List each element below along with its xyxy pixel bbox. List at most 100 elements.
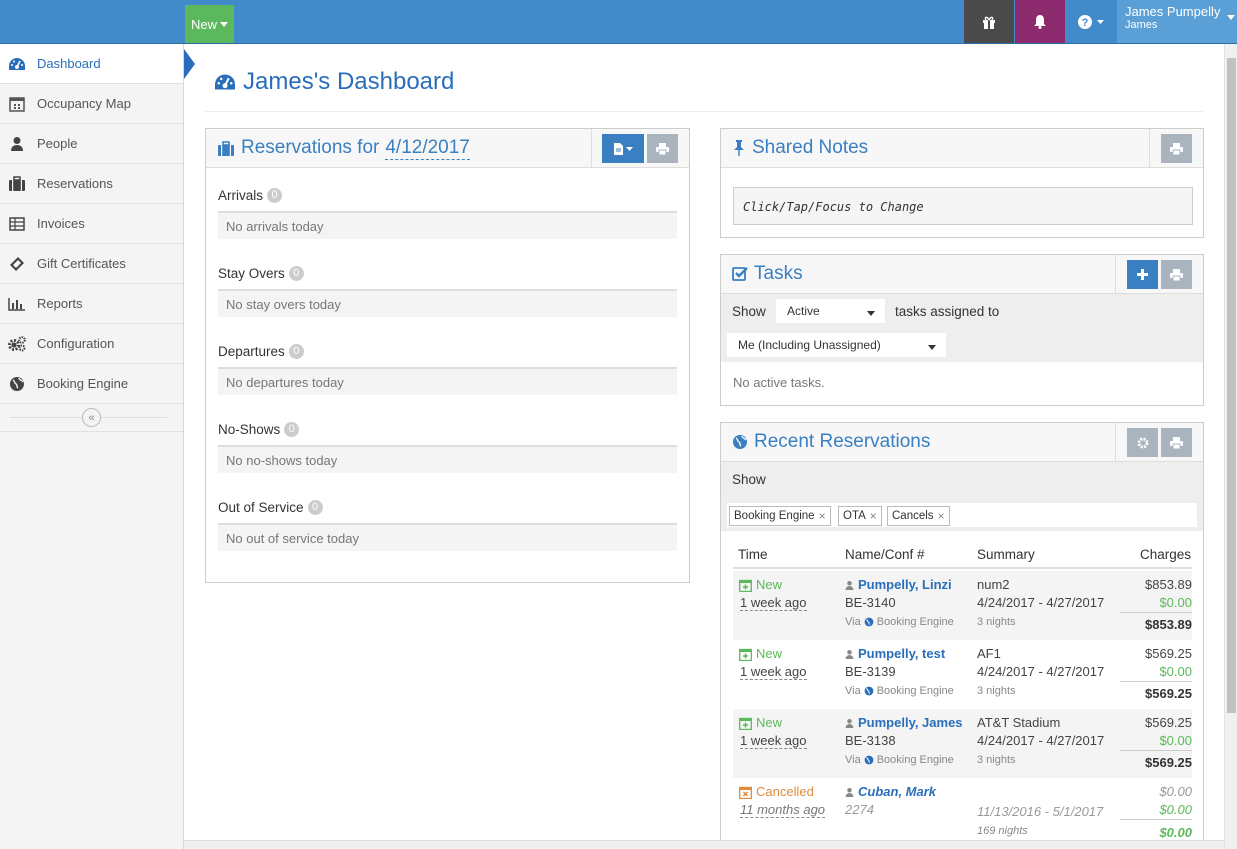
panel-header: Recent Reservations [721,423,1203,462]
task-filters: Show Active tasks assigned to Me (Includ… [721,294,1203,362]
divider [591,129,592,167]
notifications-button[interactable] [1015,0,1065,43]
caret-down-icon [1227,15,1235,20]
remove-filter-icon[interactable]: × [870,509,877,523]
print-button[interactable] [647,134,678,163]
settings-button[interactable] [1127,428,1158,457]
shared-notes-field[interactable]: Click/Tap/Focus to Change [733,187,1193,225]
date-picker[interactable]: 4/12/2017 [385,137,470,160]
globe-icon [733,435,747,449]
caret-down-icon [928,345,936,350]
gift-button[interactable] [964,0,1014,43]
section-title: Stay Overs [218,265,285,281]
vertical-scrollbar[interactable] [1224,44,1237,849]
divider [1115,255,1116,293]
table-row[interactable]: New 1 week ago Pumpelly, James BE-3138 V… [733,709,1192,778]
conf-number: BE-3140 [845,595,896,610]
time-ago-text: 1 week ago [740,664,807,680]
time-ago-text: 1 week ago [740,595,807,611]
print-button[interactable] [1161,134,1192,163]
sidebar: Dashboard Occupancy Map People Reservati… [0,44,195,849]
guest-name-link[interactable]: Pumpelly, test [845,645,945,663]
sidebar-item-booking-engine[interactable]: Booking Engine [0,364,183,404]
guest-name-link[interactable]: Cuban, Mark [845,783,936,801]
sidebar-item-label: Reports [37,296,83,311]
column-header: Summary [977,547,1035,562]
bell-icon [1034,15,1046,29]
task-status-select[interactable]: Active [775,298,886,324]
table-row[interactable]: New 1 week ago Pumpelly, Linzi BE-3140 V… [733,571,1192,640]
sidebar-item-gift-certificates[interactable]: Gift Certificates [0,244,183,284]
status: New [739,645,782,663]
table-row[interactable]: Cancelled 11 months ago Cuban, Mark 2274… [733,778,1192,840]
table-row[interactable]: New 1 week ago Pumpelly, test BE-3139 Vi… [733,640,1192,709]
user-icon [845,718,854,728]
help-button[interactable]: ? [1066,0,1116,43]
nights: 3 nights [977,616,1016,628]
user-icon [7,135,27,153]
export-button[interactable] [602,134,644,163]
sidebar-item-reports[interactable]: Reports [0,284,183,324]
collapse-sidebar-button[interactable]: « [82,408,101,427]
stay-overs-section: Stay Overs 0 No stay overs today [218,262,677,317]
remove-filter-icon[interactable]: × [938,509,945,523]
remove-filter-icon[interactable]: × [819,509,826,523]
sidebar-item-label: Booking Engine [37,376,129,391]
panel-title: Tasks [732,263,803,285]
total: $569.25 [1145,755,1192,770]
calendar-plus-icon [739,648,752,661]
column-header: Name/Conf # [845,547,925,562]
svg-text:?: ? [1082,17,1089,29]
charge: $569.25 [1145,646,1192,661]
calendar-plus-icon [739,579,752,592]
empty-message: No departures today [218,367,677,395]
sidebar-item-label: Dashboard [37,56,101,71]
horizontal-scrollbar[interactable] [184,840,1224,849]
source-name: Booking Engine [876,685,954,697]
task-assignee-select[interactable]: Me (Including Unassigned) [726,332,947,358]
sidebar-item-people[interactable]: People [0,124,183,164]
new-button[interactable]: New [185,5,234,43]
sidebar-item-dashboard[interactable]: Dashboard [0,44,195,84]
user-menu[interactable]: James Pumpelly James [1117,0,1237,43]
empty-message: No out of service today [218,523,677,551]
arrivals-section: Arrivals 0 No arrivals today [218,184,677,239]
print-button[interactable] [1161,260,1192,289]
charge: $853.89 [1145,577,1192,592]
sidebar-item-reservations[interactable]: Reservations [0,164,183,204]
total: $853.89 [1145,617,1192,632]
time-ago: 1 week ago [740,663,807,681]
departures-section: Departures 0 No departures today [218,340,677,395]
user-name: James Pumpelly [1125,4,1221,19]
summary: AF1 [977,646,1001,661]
sidebar-item-invoices[interactable]: Invoices [0,204,183,244]
guest-name: Pumpelly, James [858,715,963,730]
status-label: Cancelled [756,784,814,799]
guest-name-link[interactable]: Pumpelly, Linzi [845,576,952,594]
paid: $0.00 [1120,663,1192,682]
count-badge: 0 [284,421,300,437]
conf-number: BE-3138 [845,733,896,748]
section-title: Out of Service [218,499,304,515]
scrollbar-thumb[interactable] [1227,58,1236,713]
user-icon [845,649,854,659]
empty-message: No no-shows today [218,445,677,473]
sidebar-item-occupancy-map[interactable]: Occupancy Map [0,84,183,124]
filter-tags-input[interactable]: Booking Engine × OTA × Cancels × [726,502,1198,528]
add-task-button[interactable] [1127,260,1158,289]
time-ago: 1 week ago [740,732,807,750]
print-button[interactable] [1161,428,1192,457]
source: Via Booking Engine [845,751,954,769]
recent-reservations-panel: Recent Reservations Show Booking Engine ×… [720,422,1204,840]
source: Via Booking Engine [845,613,954,631]
pin-icon [734,140,744,156]
filter-tag-label: OTA [843,510,866,522]
guest-name-link[interactable]: Pumpelly, James [845,714,963,732]
nights: 169 nights [977,825,1028,837]
calendar-icon [7,95,27,113]
time-ago: 11 months ago [740,801,826,819]
date-range: 4/24/2017 - 4/27/2017 [977,664,1105,679]
sidebar-item-configuration[interactable]: Configuration [0,324,183,364]
guest-name: Cuban, Mark [858,784,937,799]
briefcase-icon [7,175,27,193]
